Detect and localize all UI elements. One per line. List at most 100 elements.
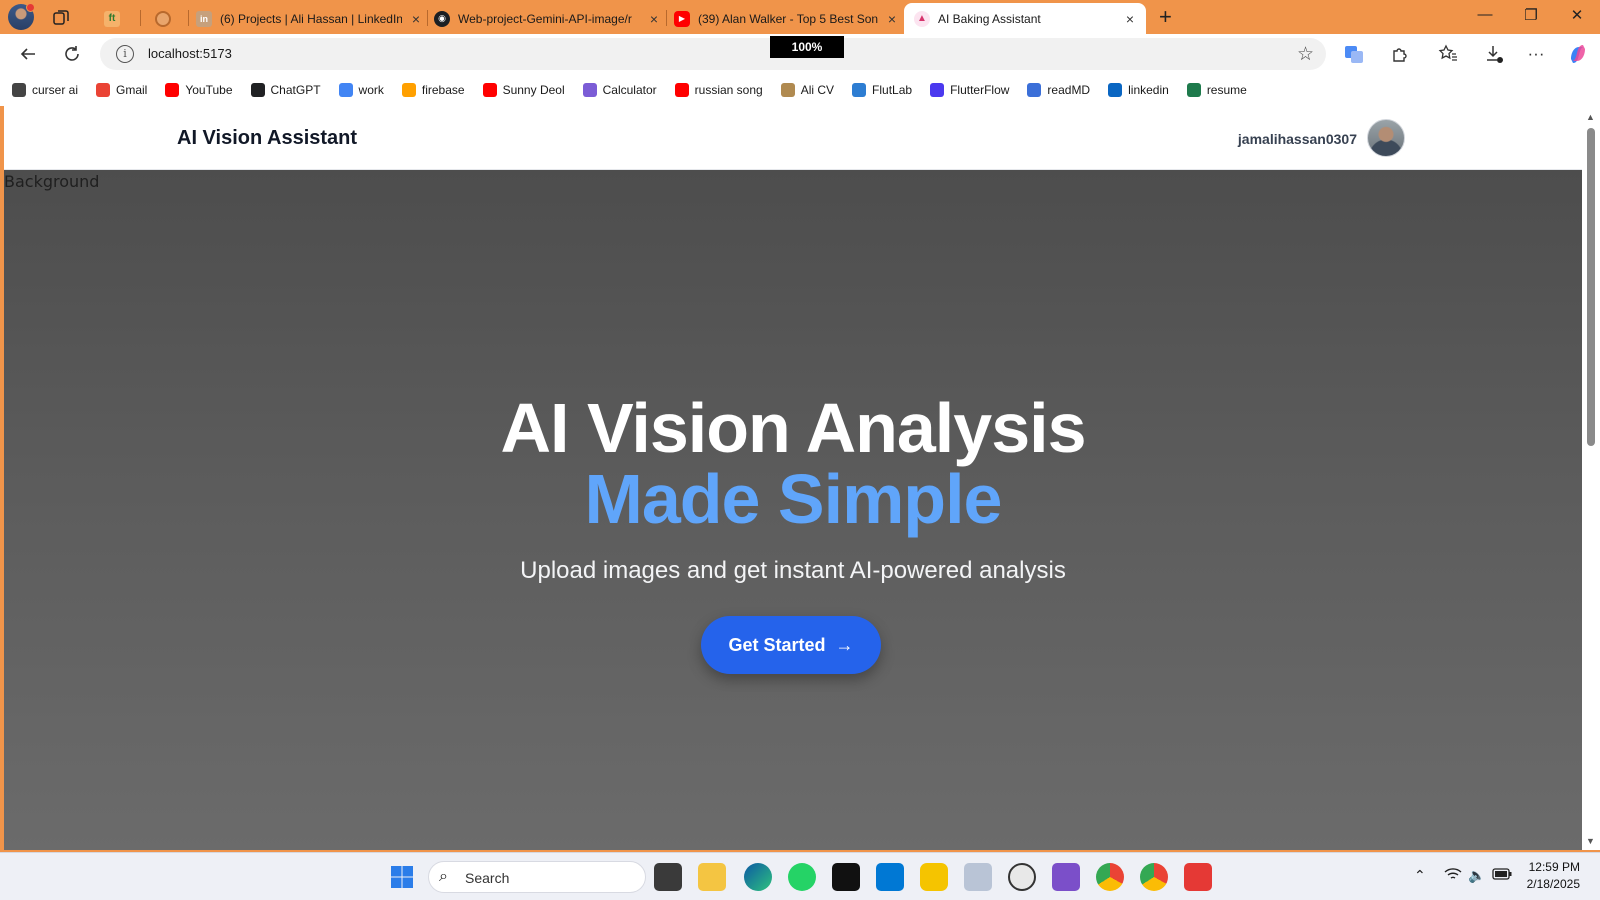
copilot-icon[interactable]: [1566, 42, 1590, 66]
bookmark-favicon-icon: [12, 83, 26, 97]
pinned-app-icon: [155, 10, 171, 27]
restore-button[interactable]: ❐: [1508, 6, 1554, 24]
search-label: Search: [465, 870, 510, 886]
tab-close-icon[interactable]: ×: [646, 11, 662, 27]
tab-active[interactable]: ▲ AI Baking Assistant ×: [904, 3, 1146, 34]
wifi-icon[interactable]: [1444, 867, 1462, 884]
app-brand[interactable]: AI Vision Assistant: [177, 127, 357, 150]
app-icon-black[interactable]: [832, 863, 860, 891]
bookmark-item[interactable]: curser ai: [12, 83, 78, 97]
vscode-icon[interactable]: [876, 863, 904, 891]
file-explorer-icon[interactable]: [698, 863, 726, 891]
bookmark-label: russian song: [694, 83, 763, 97]
favorite-star-icon[interactable]: ☆: [1297, 43, 1314, 66]
tab-close-icon[interactable]: ×: [408, 11, 424, 27]
bookmark-label: firebase: [421, 83, 465, 97]
more-menu-icon[interactable]: ···: [1524, 42, 1548, 66]
tab-github[interactable]: ◉ Web-project-Gemini-API-image/r ×: [434, 3, 662, 34]
close-window-button[interactable]: ✕: [1554, 6, 1600, 24]
tray-chevron-icon[interactable]: ⌃: [1414, 867, 1426, 884]
bookmark-favicon-icon: [338, 83, 353, 97]
scroll-down-icon[interactable]: ▼: [1586, 836, 1595, 846]
whatsapp-icon[interactable]: [788, 863, 816, 891]
url-text[interactable]: localhost:5173: [148, 46, 232, 61]
bookmark-item[interactable]: linkedin: [1108, 83, 1169, 97]
bookmark-favicon-icon: [852, 83, 867, 97]
tab-pinned-1[interactable]: ft: [104, 3, 132, 34]
bookmark-label: FlutLab: [872, 83, 913, 97]
app-icon-red[interactable]: [1184, 863, 1212, 891]
bookmark-item[interactable]: firebase: [401, 83, 465, 97]
scrollbar-thumb[interactable]: [1587, 128, 1595, 446]
site-info-icon[interactable]: i: [116, 45, 134, 63]
bookmark-item[interactable]: readMD: [1027, 83, 1090, 97]
clock-time: 12:59 PM: [1528, 860, 1580, 874]
app-favicon: ▲: [914, 10, 930, 27]
tab-youtube[interactable]: ▶ (39) Alan Walker - Top 5 Best Son ×: [674, 3, 900, 34]
tab-pinned-2[interactable]: [155, 3, 183, 34]
bookmark-item[interactable]: russian song: [674, 83, 763, 97]
scroll-up-icon[interactable]: ▲: [1586, 112, 1595, 122]
translate-icon[interactable]: [1342, 42, 1366, 66]
mirror-icon: ft: [104, 10, 120, 27]
taskbar-search[interactable]: ⌕ Search: [428, 861, 646, 893]
back-icon[interactable]: [16, 42, 40, 66]
minimize-button[interactable]: —: [1462, 6, 1508, 23]
page-viewport: AI Vision Assistant jamalihassan0307 Bac…: [4, 106, 1582, 850]
bookmark-item[interactable]: Ali CV: [780, 83, 834, 97]
user-avatar[interactable]: [1367, 119, 1405, 157]
page-scrollbar[interactable]: ▲ ▼: [1582, 106, 1600, 850]
tab-separator: [140, 10, 141, 26]
bookmark-favicon-icon: [482, 83, 497, 97]
tab-title: AI Baking Assistant: [938, 11, 1041, 26]
bookmark-item[interactable]: resume: [1186, 83, 1247, 97]
bookmark-label: curser ai: [32, 83, 79, 97]
clock-app-icon[interactable]: [1008, 863, 1036, 891]
bookmark-item[interactable]: work: [338, 83, 384, 97]
linkedin-icon: in: [196, 10, 212, 27]
bookmark-favicon-icon: [1108, 83, 1123, 97]
bookmark-favicon-icon: [250, 83, 265, 97]
bookmark-label: ChatGPT: [270, 83, 321, 97]
bookmark-favicon-icon: [1027, 83, 1042, 97]
workspaces-icon[interactable]: [52, 8, 70, 26]
tab-close-icon[interactable]: ×: [884, 11, 900, 27]
tab-separator: [188, 10, 189, 26]
bookmark-item[interactable]: Sunny Deol: [482, 83, 565, 97]
app-icon-yellow[interactable]: [920, 863, 948, 891]
tab-close-icon[interactable]: ×: [1122, 11, 1138, 27]
tab-linkedin[interactable]: in (6) Projects | Ali Hassan | LinkedIn …: [196, 3, 424, 34]
bookmark-item[interactable]: YouTube: [165, 83, 233, 97]
address-bar[interactable]: i localhost:5173 ☆: [100, 38, 1326, 70]
hero-title: AI Vision Analysis: [500, 389, 1087, 467]
downloads-icon[interactable]: [1482, 42, 1506, 66]
visual-studio-icon[interactable]: [1052, 863, 1080, 891]
chrome-icon[interactable]: [1140, 863, 1168, 891]
bookmark-favicon-icon: [401, 83, 416, 97]
bookmark-item[interactable]: Gmail: [96, 83, 147, 97]
get-started-label: Get Started: [728, 634, 826, 655]
task-view-icon[interactable]: [654, 863, 682, 891]
extensions-icon[interactable]: [1388, 42, 1412, 66]
profile-avatar[interactable]: [8, 3, 35, 30]
edge-icon[interactable]: [744, 863, 772, 891]
windows-start-icon[interactable]: [388, 863, 416, 891]
battery-icon[interactable]: [1492, 867, 1512, 884]
volume-icon[interactable]: 🔈: [1468, 867, 1485, 884]
bookmark-item[interactable]: Calculator: [582, 83, 657, 97]
hero-section: Background AI Vision Analysis Made Simpl…: [4, 170, 1582, 850]
arrow-right-icon: →: [835, 634, 854, 655]
app-icon-chart[interactable]: [964, 863, 992, 891]
bookmark-item[interactable]: ChatGPT: [250, 83, 321, 97]
windows-taskbar: ⌕ Search ⌃ 🔈 12:59 PM 2/18/2025: [0, 852, 1600, 900]
get-started-button[interactable]: Get Started →: [701, 616, 881, 674]
system-clock[interactable]: 12:59 PM 2/18/2025: [1527, 859, 1580, 893]
bookmark-favicon-icon: [780, 83, 795, 97]
bookmark-item[interactable]: FlutLab: [852, 83, 912, 97]
favorites-icon[interactable]: [1436, 42, 1460, 66]
chrome-dev-icon[interactable]: [1096, 863, 1124, 891]
bookmark-item[interactable]: FlutterFlow: [930, 83, 1009, 97]
new-tab-button[interactable]: +: [1159, 6, 1172, 28]
reload-icon[interactable]: [60, 42, 84, 66]
bookmark-label: linkedin: [1128, 83, 1169, 97]
